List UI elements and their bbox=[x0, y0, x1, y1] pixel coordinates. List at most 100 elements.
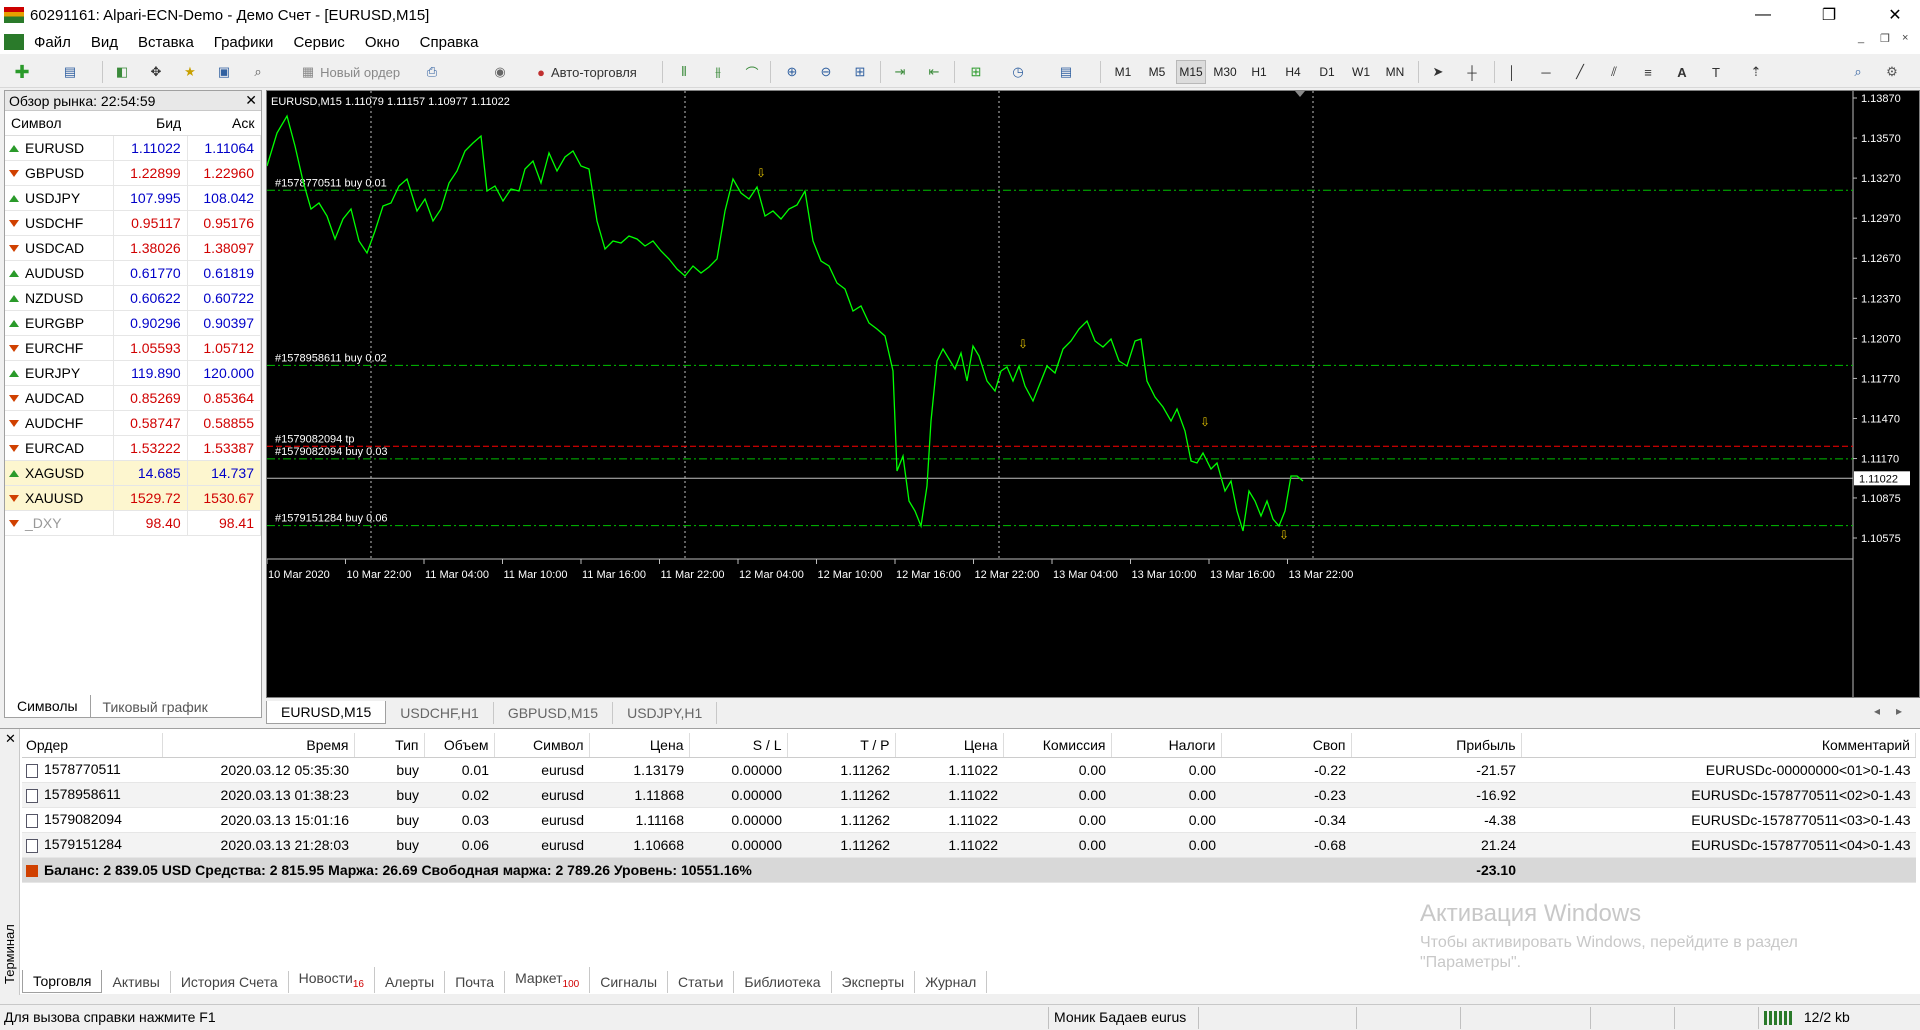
menu-charts[interactable]: Графики bbox=[204, 34, 284, 51]
market-watch-row[interactable]: EURJPY 119.890 120.000 bbox=[5, 360, 262, 386]
order-row[interactable]: 1579151284 2020.03.13 21:28:03 buy 0.06 euru… bbox=[22, 832, 1916, 858]
market-watch-row[interactable]: _DXY 98.40 98.41 bbox=[5, 510, 262, 536]
timeframe-m1[interactable]: M1 bbox=[1108, 60, 1138, 84]
market-watch-row[interactable]: USDJPY 107.995 108.042 bbox=[5, 185, 262, 211]
market-watch-icon[interactable]: ◧ bbox=[110, 60, 134, 84]
orders-column-header[interactable]: Прибыль bbox=[1351, 733, 1522, 758]
timeframe-d1[interactable]: D1 bbox=[1312, 60, 1342, 84]
maximize-button[interactable]: ❐ bbox=[1806, 0, 1852, 30]
tab-tick-chart[interactable]: Тиковый график bbox=[91, 696, 220, 718]
cursor-icon[interactable]: ➤ bbox=[1426, 60, 1450, 84]
timeframe-m15[interactable]: M15 bbox=[1176, 60, 1206, 84]
column-ask[interactable]: Аск bbox=[187, 111, 261, 136]
market-watch-row[interactable]: USDCAD 1.38026 1.38097 bbox=[5, 235, 262, 261]
market-watch-row[interactable]: EURCHF 1.05593 1.05712 bbox=[5, 335, 262, 361]
profiles-icon[interactable]: ▤ bbox=[58, 60, 82, 84]
column-symbol[interactable]: Символ bbox=[5, 111, 114, 136]
orders-column-header[interactable]: Комиссия bbox=[1003, 733, 1112, 758]
terminal-tab[interactable]: История Счета bbox=[171, 971, 289, 993]
channel-icon[interactable]: ⫽ bbox=[1602, 60, 1626, 84]
terminal-tab[interactable]: Эксперты bbox=[832, 971, 916, 993]
text-tool-icon[interactable]: A bbox=[1670, 60, 1694, 84]
tabs-scroll-left-icon[interactable]: ◂ bbox=[1874, 704, 1880, 718]
menu-insert[interactable]: Вставка bbox=[128, 34, 204, 51]
mdi-minimize-button[interactable]: _ bbox=[1858, 32, 1864, 44]
terminal-close-icon[interactable]: ✕ bbox=[5, 731, 16, 747]
market-watch-row[interactable]: GBPUSD 1.22899 1.22960 bbox=[5, 160, 262, 186]
crosshair-icon[interactable]: ┼ bbox=[1460, 60, 1484, 84]
horizontal-line-icon[interactable]: ─ bbox=[1534, 60, 1558, 84]
menu-window[interactable]: Окно bbox=[355, 34, 410, 51]
terminal-tab[interactable]: Новости16 bbox=[289, 967, 375, 993]
market-watch-row[interactable]: XAGUSD 14.685 14.737 bbox=[5, 460, 262, 486]
orders-column-header[interactable]: Комментарий bbox=[1521, 733, 1916, 758]
terminal-tab[interactable]: Маркет100 bbox=[505, 967, 591, 993]
terminal-tab[interactable]: Библиотека bbox=[734, 971, 832, 993]
tile-windows-icon[interactable]: ⊞ bbox=[848, 60, 872, 84]
menu-view[interactable]: Вид bbox=[81, 34, 128, 51]
menu-file[interactable]: Файл bbox=[24, 34, 81, 51]
tabs-scroll-right-icon[interactable]: ▸ bbox=[1896, 704, 1902, 718]
timeframe-m30[interactable]: M30 bbox=[1210, 60, 1240, 84]
mdi-restore-button[interactable]: ❐ bbox=[1880, 32, 1890, 45]
new-order-button[interactable]: ▦ Новый ордер bbox=[286, 60, 416, 84]
favorites-icon[interactable]: ★ bbox=[178, 60, 202, 84]
market-watch-row[interactable]: EURCAD 1.53222 1.53387 bbox=[5, 435, 262, 461]
market-watch-row[interactable]: NZDUSD 0.60622 0.60722 bbox=[5, 285, 262, 311]
orders-column-header[interactable]: T / P bbox=[787, 733, 896, 758]
terminal-tab[interactable]: Журнал bbox=[915, 971, 988, 993]
order-row[interactable]: 1578958611 2020.03.13 01:38:23 buy 0.02 euru… bbox=[22, 782, 1916, 808]
indicators-icon[interactable]: ⊞ bbox=[964, 60, 988, 84]
mdi-close-button[interactable]: × bbox=[1902, 32, 1908, 44]
chart-tab-eurusd-m15[interactable]: EURUSD,M15 bbox=[266, 701, 387, 724]
vertical-line-icon[interactable]: │ bbox=[1500, 60, 1524, 84]
market-watch-row[interactable]: AUDUSD 0.61770 0.61819 bbox=[5, 260, 262, 286]
terminal-tab[interactable]: Статьи bbox=[668, 971, 735, 993]
timeframe-m5[interactable]: M5 bbox=[1142, 60, 1172, 84]
orders-column-header[interactable]: Время bbox=[162, 733, 355, 758]
candles-icon[interactable]: ⫵ bbox=[706, 60, 730, 84]
signals-icon[interactable]: ◉ bbox=[488, 60, 512, 84]
orders-column-header[interactable]: Налоги bbox=[1111, 733, 1222, 758]
menu-help[interactable]: Справка bbox=[410, 34, 489, 51]
market-watch-row[interactable]: XAUUSD 1529.72 1530.67 bbox=[5, 485, 262, 511]
chart-tab-gbpusd-m15[interactable]: GBPUSD,M15 bbox=[494, 702, 614, 724]
navigator-icon[interactable]: ✥ bbox=[144, 60, 168, 84]
market-watch-row[interactable]: AUDCAD 0.85269 0.85364 bbox=[5, 385, 262, 411]
timeframe-mn[interactable]: MN bbox=[1380, 60, 1410, 84]
arrows-tool-icon[interactable]: ⇡ bbox=[1744, 60, 1768, 84]
zoom-in-icon[interactable]: ⊕ bbox=[780, 60, 804, 84]
orders-column-header[interactable]: Символ bbox=[494, 733, 590, 758]
terminal-tab[interactable]: Активы bbox=[102, 971, 171, 993]
terminal-icon[interactable]: ▣ bbox=[212, 60, 236, 84]
search-icon[interactable]: ⌕ bbox=[1846, 60, 1870, 84]
orders-column-header[interactable]: Цена bbox=[589, 733, 690, 758]
meta-editor-icon[interactable]: ⎙ bbox=[420, 60, 444, 84]
menu-tools[interactable]: Сервис bbox=[283, 34, 354, 51]
column-bid[interactable]: Бид bbox=[113, 111, 188, 136]
orders-column-header[interactable]: Цена bbox=[895, 733, 1004, 758]
chart-tab-usdchf-h1[interactable]: USDCHF,H1 bbox=[386, 702, 494, 724]
orders-column-header[interactable]: Тип bbox=[354, 733, 425, 758]
market-watch-row[interactable]: USDCHF 0.95117 0.95176 bbox=[5, 210, 262, 236]
periods-icon[interactable]: ◷ bbox=[1006, 60, 1030, 84]
terminal-tab[interactable]: Торговля bbox=[22, 970, 103, 993]
strategy-tester-icon[interactable]: ⌕ bbox=[246, 60, 270, 84]
bar-chart-icon[interactable]: ⫴ bbox=[672, 60, 696, 84]
text-label-icon[interactable]: T bbox=[1704, 60, 1728, 84]
line-chart-icon[interactable]: ⌒ bbox=[740, 60, 764, 84]
market-watch-row[interactable]: EURUSD 1.11022 1.11064 bbox=[5, 135, 262, 161]
price-chart[interactable]: 1.13870 1.13570 1.13270 1.12970 1.12670 1.123… bbox=[266, 90, 1920, 698]
settings-icon[interactable]: ⚙ bbox=[1880, 60, 1904, 84]
new-chart-icon[interactable]: ✚ bbox=[10, 60, 34, 84]
trendline-icon[interactable]: ╱ bbox=[1568, 60, 1592, 84]
chart-shift-icon[interactable]: ⇤ bbox=[922, 60, 946, 84]
zoom-out-icon[interactable]: ⊖ bbox=[814, 60, 838, 84]
close-button[interactable]: ✕ bbox=[1872, 0, 1918, 30]
fibonacci-icon[interactable]: ≡ bbox=[1636, 60, 1660, 84]
orders-column-header[interactable]: Ордер bbox=[22, 733, 163, 758]
order-row[interactable]: 1579082094 2020.03.13 15:01:16 buy 0.03 euru… bbox=[22, 807, 1916, 833]
minimize-button[interactable]: — bbox=[1740, 0, 1786, 30]
orders-column-header[interactable]: Своп bbox=[1221, 733, 1352, 758]
tab-symbols[interactable]: Символы bbox=[4, 695, 91, 718]
